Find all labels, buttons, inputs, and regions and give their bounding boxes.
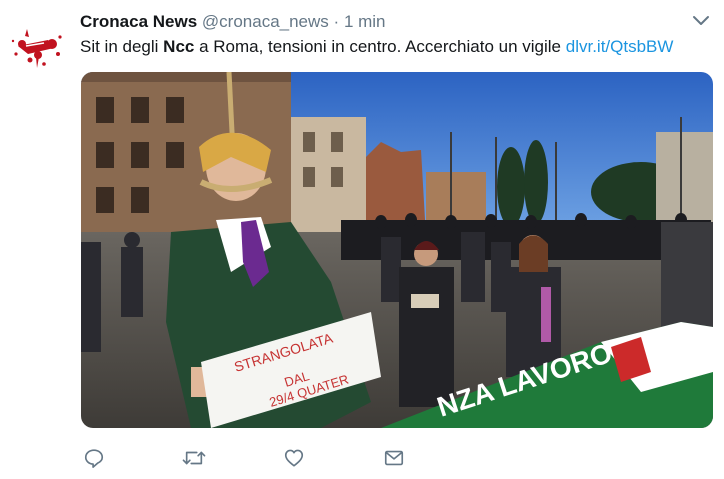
retweet-button[interactable] (180, 444, 208, 472)
author-handle[interactable]: @cronaca_news (202, 12, 329, 31)
tweet-text: Sit in degli Ncc a Roma, tensioni in cen… (80, 37, 710, 57)
tweet-actions (80, 444, 410, 472)
tweet-text-bold: Ncc (163, 37, 195, 56)
retweet-icon (182, 451, 206, 465)
author-name[interactable]: Cronaca News (80, 12, 197, 31)
like-icon (284, 449, 304, 467)
tweet-link[interactable]: dlvr.it/QtsbBW (566, 37, 674, 56)
envelope-icon (384, 450, 404, 466)
tweet-photo[interactable]: NZA LAVORO STRANGOLATA DAL 29/4 QUATER (81, 72, 713, 428)
tweet-text-part2: a Roma, tensioni in centro. Accerchiato … (194, 37, 566, 56)
blood-splatter-logo (11, 29, 62, 68)
avatar[interactable] (8, 24, 66, 72)
protest-photo: NZA LAVORO STRANGOLATA DAL 29/4 QUATER (81, 72, 713, 428)
direct-message-button[interactable] (380, 444, 408, 472)
tweet-header: Cronaca News @cronaca_news · 1 min (80, 12, 386, 32)
like-button[interactable] (280, 444, 308, 472)
separator-dot: · (333, 12, 340, 31)
tweet[interactable]: Cronaca News @cronaca_news · 1 min Sit i… (0, 0, 724, 479)
tweet-timestamp[interactable]: 1 min (344, 12, 386, 31)
chevron-down-icon[interactable] (692, 14, 710, 28)
reply-icon (84, 449, 104, 468)
tweet-text-part1: Sit in degli (80, 37, 164, 56)
reply-button[interactable] (80, 444, 108, 472)
